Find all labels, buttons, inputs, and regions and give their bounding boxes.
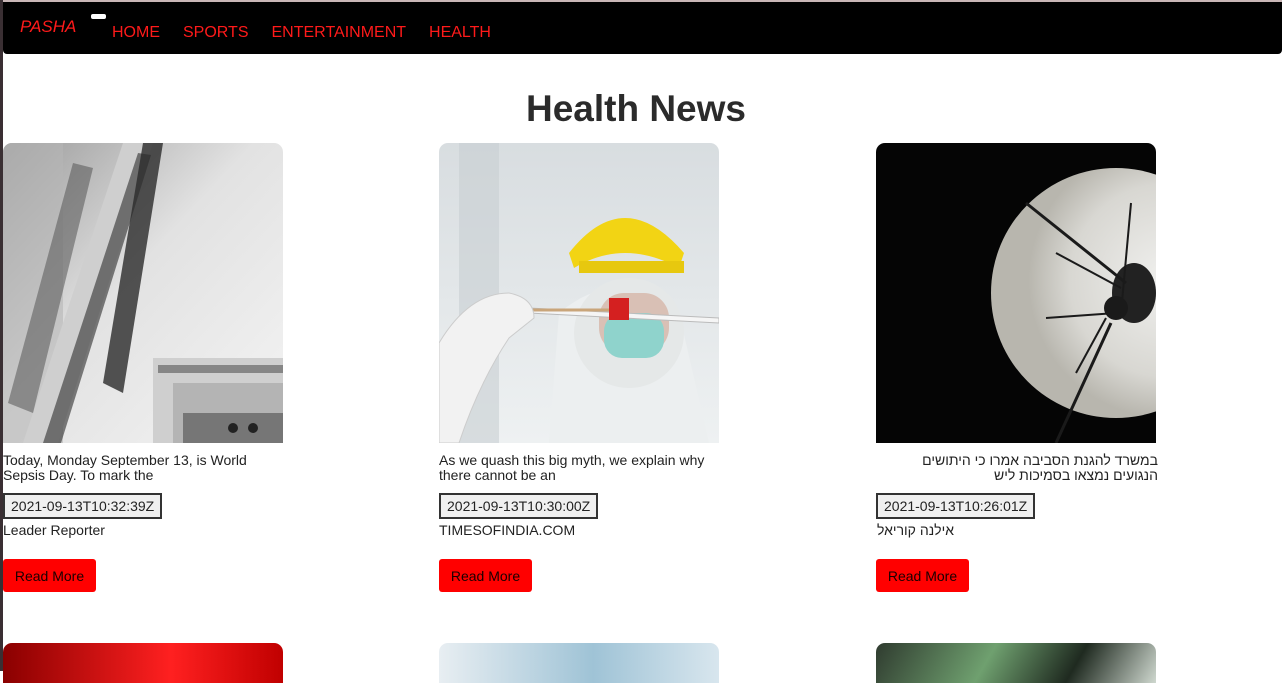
brand-logo[interactable]: PASHA bbox=[20, 17, 76, 37]
news-card: Today, Monday September 13, is World Sep… bbox=[3, 143, 293, 592]
navbar: PASHA HOME SPORTS ENTERTAINMENT HEALTH bbox=[3, 2, 1282, 54]
news-card: במשרד להגנת הסביבה אמרו כי היתושים הנגוע… bbox=[876, 143, 1166, 592]
article-date: 2021-09-13T10:32:39Z bbox=[3, 493, 163, 519]
hospital-equipment-image bbox=[3, 143, 283, 443]
article-description: As we quash this big myth, we explain wh… bbox=[439, 452, 705, 483]
nav-link-home[interactable]: HOME bbox=[112, 24, 160, 42]
nav-links: HOME SPORTS ENTERTAINMENT HEALTH bbox=[112, 24, 514, 42]
nav-link-health[interactable]: HEALTH bbox=[429, 24, 491, 42]
article-source: Leader Reporter bbox=[3, 522, 105, 538]
covid-test-image bbox=[439, 143, 719, 443]
article-image bbox=[876, 643, 1156, 683]
article-image bbox=[439, 643, 719, 683]
nav-link-sports[interactable]: SPORTS bbox=[183, 24, 249, 42]
article-description: Today, Monday September 13, is World Sep… bbox=[3, 452, 247, 483]
article-image bbox=[3, 643, 283, 683]
article-source: TIMESOFINDIA.COM bbox=[439, 522, 576, 538]
article-source: אילנה קוריאל bbox=[877, 522, 954, 538]
read-more-button[interactable]: Read More bbox=[3, 559, 96, 592]
mosquito-image bbox=[876, 143, 1156, 443]
news-card: As we quash this big myth, we explain wh… bbox=[439, 143, 729, 592]
article-image bbox=[876, 143, 1156, 443]
article-image bbox=[439, 143, 719, 443]
article-date: 2021-09-13T10:26:01Z bbox=[876, 493, 1036, 519]
article-description: במשרד להגנת הסביבה אמרו כי היתושים הנגוע… bbox=[922, 452, 1158, 483]
page-title: Health News bbox=[525, 88, 746, 129]
read-more-button[interactable]: Read More bbox=[439, 559, 532, 592]
menu-toggle-icon[interactable] bbox=[91, 14, 106, 19]
nav-link-entertainment[interactable]: ENTERTAINMENT bbox=[272, 24, 407, 42]
article-image bbox=[3, 143, 283, 443]
article-date: 2021-09-13T10:30:00Z bbox=[439, 493, 599, 519]
read-more-button[interactable]: Read More bbox=[876, 559, 969, 592]
